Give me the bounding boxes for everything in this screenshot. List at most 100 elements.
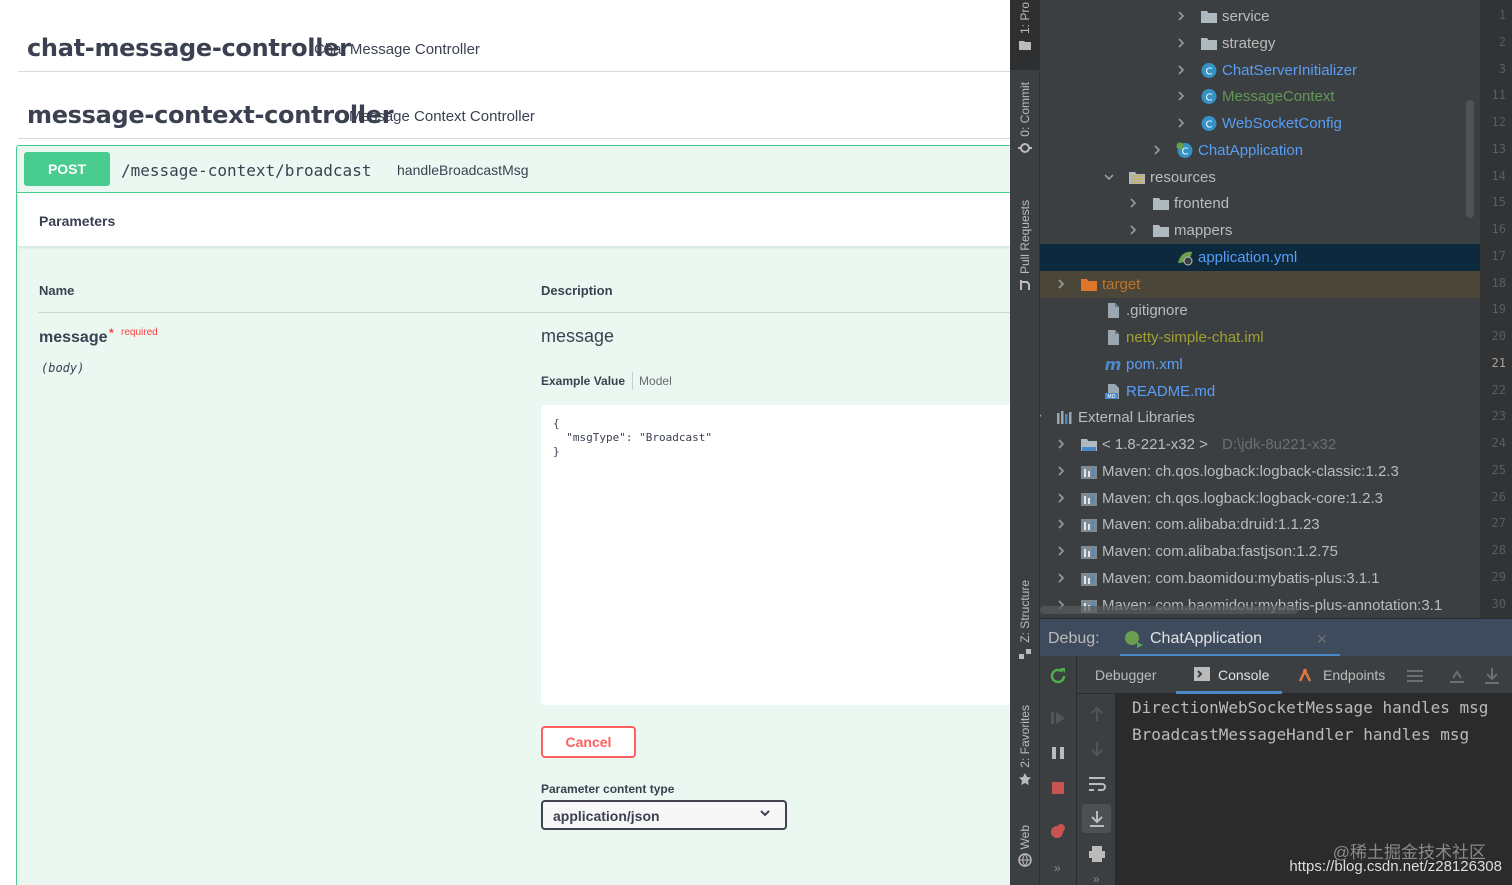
tree-row[interactable]: C MessageContext: [1040, 83, 1480, 110]
tree-row[interactable]: C ChatApplication: [1040, 137, 1480, 164]
tree-row[interactable]: strategy: [1040, 30, 1480, 57]
close-icon[interactable]: ✕: [1316, 631, 1328, 648]
pull-request-icon: [1020, 280, 1030, 291]
chevron-right-icon[interactable]: [1056, 492, 1066, 503]
stripe-tab-structure[interactable]: Z: Structure: [1010, 580, 1040, 680]
tree-row[interactable]: service: [1040, 3, 1480, 30]
operation-summary[interactable]: POST /message-context/broadcast handleBr…: [17, 146, 1010, 193]
markdown-icon: MD: [1105, 383, 1119, 400]
tree-row[interactable]: < 1.8-221-x32 > D:\jdk-8u221-x32: [1040, 431, 1480, 458]
tree-row[interactable]: m pom.xml: [1040, 351, 1480, 378]
tab-debugger[interactable]: Debugger: [1095, 656, 1157, 694]
tree-row[interactable]: Maven: com.baomidou:mybatis-plus-annotat…: [1040, 592, 1480, 619]
line-number: 12: [1491, 115, 1506, 129]
pause-icon[interactable]: [1048, 743, 1068, 763]
tree-row[interactable]: Maven: com.baomidou:mybatis-plus:3.1.1: [1040, 565, 1480, 592]
more-icon[interactable]: »: [1054, 861, 1074, 881]
tab-model[interactable]: Model: [639, 374, 679, 388]
tree-row[interactable]: .gitignore: [1040, 297, 1480, 324]
stripe-tab-favorites[interactable]: 2: Favorites: [1010, 705, 1040, 805]
debug-session-tab[interactable]: ChatApplication ✕: [1120, 619, 1340, 657]
tree-row[interactable]: target: [1040, 270, 1480, 298]
tree-row[interactable]: Maven: com.alibaba:fastjson:1.2.75: [1040, 538, 1480, 565]
folder-icon: [1153, 225, 1169, 237]
class-icon: C: [1201, 89, 1217, 105]
tree-row[interactable]: Maven: ch.qos.logback:logback-classic:1.…: [1040, 458, 1480, 485]
chevron-right-icon[interactable]: [1176, 11, 1186, 21]
tree-row[interactable]: Maven: com.alibaba:druid:1.1.23: [1040, 511, 1480, 538]
content-type-select[interactable]: application/json: [541, 800, 787, 830]
scroll-to-end-button[interactable]: [1082, 804, 1111, 833]
project-tree[interactable]: service strategy C ChatServerInitializer C Me…: [1040, 0, 1480, 618]
chevron-right-icon[interactable]: [1128, 225, 1138, 235]
resume-icon[interactable]: [1048, 708, 1068, 728]
menu-icon[interactable]: [1405, 666, 1425, 686]
tree-row-label: README.md: [1126, 382, 1216, 400]
chevron-right-icon[interactable]: [1056, 546, 1066, 556]
line-number: 19: [1491, 302, 1506, 317]
chevron-right-icon[interactable]: [1176, 64, 1186, 75]
chevron-right-icon[interactable]: [1056, 519, 1066, 529]
tree-row[interactable]: External Libraries: [1040, 404, 1480, 431]
stripe-tab-project[interactable]: 1: Pro: [1010, 0, 1040, 70]
endpoints-icon: [1298, 668, 1312, 682]
controller-section-message-context[interactable]: message-context-controller Message Conte…: [18, 73, 1010, 139]
tree-vertical-scrollbar[interactable]: [1466, 100, 1474, 218]
tree-row[interactable]: netty-simple-chat.iml: [1040, 324, 1480, 351]
chevron-right-icon[interactable]: [1056, 439, 1066, 449]
chevron-right-icon[interactable]: [1176, 118, 1186, 128]
tree-horizontal-scrollbar[interactable]: [1040, 606, 1298, 614]
svg-text:C: C: [1206, 93, 1213, 104]
chevron-right-icon[interactable]: [1152, 145, 1162, 155]
stripe-tab-pull-requests[interactable]: Pull Requests: [1010, 200, 1040, 310]
restore-layout-icon[interactable]: [1447, 666, 1467, 686]
more-icon[interactable]: »: [1093, 872, 1113, 885]
print-icon[interactable]: [1087, 844, 1107, 864]
arrow-up-icon[interactable]: [1087, 704, 1107, 724]
tab-console[interactable]: Console: [1176, 656, 1282, 694]
console-toolbar: »: [1077, 694, 1116, 885]
cancel-button[interactable]: Cancel: [541, 726, 636, 758]
tree-row[interactable]: frontend: [1040, 190, 1480, 217]
mute-breakpoints-icon[interactable]: [1048, 821, 1068, 841]
rerun-icon[interactable]: [1048, 666, 1068, 686]
controller-name[interactable]: message-context-controller: [27, 101, 394, 129]
tree-row[interactable]: Maven: ch.qos.logback:logback-core:1.2.3: [1040, 485, 1480, 512]
structure-icon: [1019, 648, 1031, 659]
tree-row[interactable]: application.yml: [1040, 243, 1480, 271]
controller-section-chat-message[interactable]: chat-message-controller Chat Message Con…: [18, 6, 1010, 72]
tree-row-label: service: [1222, 8, 1270, 25]
tab-example-value[interactable]: Example Value: [541, 374, 632, 388]
download-icon[interactable]: [1482, 666, 1502, 686]
line-number: 11: [1491, 88, 1506, 103]
stripe-tab-label: 2: Favorites: [1018, 705, 1032, 768]
chevron-right-icon[interactable]: [1056, 466, 1066, 476]
tree-row-label: target: [1102, 275, 1141, 293]
chevron-right-icon[interactable]: [1056, 278, 1066, 289]
chevron-down-icon[interactable]: [1040, 412, 1042, 422]
controller-name[interactable]: chat-message-controller: [27, 34, 351, 62]
stop-icon[interactable]: [1048, 778, 1068, 798]
line-number: 24: [1491, 436, 1506, 450]
tree-row[interactable]: MD README.md: [1040, 378, 1480, 405]
chevron-down-icon[interactable]: [1104, 172, 1114, 182]
tree-row[interactable]: resources: [1040, 164, 1480, 191]
stripe-tab-web[interactable]: Web: [1010, 825, 1040, 885]
tab-endpoints[interactable]: Endpoints: [1297, 656, 1407, 694]
soft-wrap-icon[interactable]: [1087, 774, 1107, 794]
tree-row[interactable]: C WebSocketConfig: [1040, 110, 1480, 137]
tree-row[interactable]: C ChatServerInitializer: [1040, 57, 1480, 84]
body-value[interactable]: { "msgType": "Broadcast" }: [553, 417, 712, 459]
stripe-tab-commit[interactable]: 0: Commit: [1010, 82, 1040, 172]
svg-text:m: m: [1105, 356, 1122, 373]
body-param-textarea[interactable]: { "msgType": "Broadcast" }: [541, 405, 1010, 705]
parameters-header: Parameters: [18, 193, 1010, 247]
libraries-icon: [1057, 411, 1072, 425]
chevron-right-icon[interactable]: [1128, 198, 1138, 208]
chevron-right-icon[interactable]: [1176, 38, 1186, 48]
tree-row[interactable]: mappers: [1040, 217, 1480, 244]
chevron-right-icon[interactable]: [1176, 91, 1186, 101]
chevron-right-icon[interactable]: [1056, 573, 1066, 583]
arrow-down-icon[interactable]: [1087, 739, 1107, 759]
operation-path: /message-context/broadcast: [121, 161, 372, 180]
